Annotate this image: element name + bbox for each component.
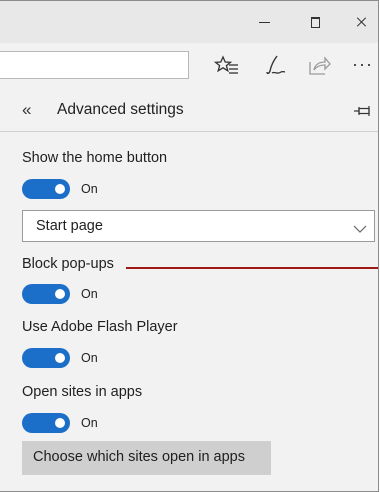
flash-state: On <box>81 351 98 365</box>
browser-toolbar: ··· <box>0 43 378 90</box>
open-in-apps-toggle[interactable] <box>22 413 70 433</box>
block-popups-toggle[interactable] <box>22 284 70 304</box>
home-button-label: Show the home button <box>22 150 168 166</box>
share-icon[interactable] <box>306 53 332 79</box>
block-popups-state: On <box>81 287 98 301</box>
more-icon[interactable]: ··· <box>352 53 378 79</box>
panel-header: « Advanced settings <box>0 89 378 131</box>
choose-sites-button[interactable]: Choose which sites open in apps <box>22 441 271 475</box>
panel-title: Advanced settings <box>57 101 184 118</box>
toggle-knob <box>55 184 65 194</box>
home-page-select[interactable]: Start page <box>22 210 375 242</box>
home-page-value: Start page <box>36 218 103 234</box>
pen-note-icon[interactable] <box>262 53 288 79</box>
chevron-down-icon <box>353 221 367 233</box>
home-button-toggle[interactable] <box>22 179 70 199</box>
flash-label: Use Adobe Flash Player <box>22 319 178 335</box>
minimize-button[interactable] <box>253 11 277 33</box>
home-button-state: On <box>81 182 98 196</box>
settings-panel: « Advanced settings Show the home button… <box>0 89 378 491</box>
favorites-list-icon[interactable] <box>213 53 240 79</box>
toggle-knob <box>55 418 65 428</box>
toggle-knob <box>55 289 65 299</box>
header-divider <box>0 131 378 132</box>
close-window-button[interactable] <box>350 11 374 33</box>
pin-icon[interactable] <box>354 104 372 118</box>
address-bar[interactable] <box>0 51 189 79</box>
annotation-line <box>126 267 378 269</box>
flash-toggle[interactable] <box>22 348 70 368</box>
open-in-apps-state: On <box>81 416 98 430</box>
toggle-knob <box>55 353 65 363</box>
maximize-button[interactable] <box>303 11 327 33</box>
choose-sites-label: Choose which sites open in apps <box>33 449 245 465</box>
double-chevron-left-icon[interactable]: « <box>22 100 31 120</box>
title-bar <box>0 1 378 43</box>
block-popups-label: Block pop-ups <box>22 256 114 272</box>
browser-window: ··· « Advanced settings Show the home bu… <box>0 0 379 492</box>
open-in-apps-label: Open sites in apps <box>22 384 143 400</box>
